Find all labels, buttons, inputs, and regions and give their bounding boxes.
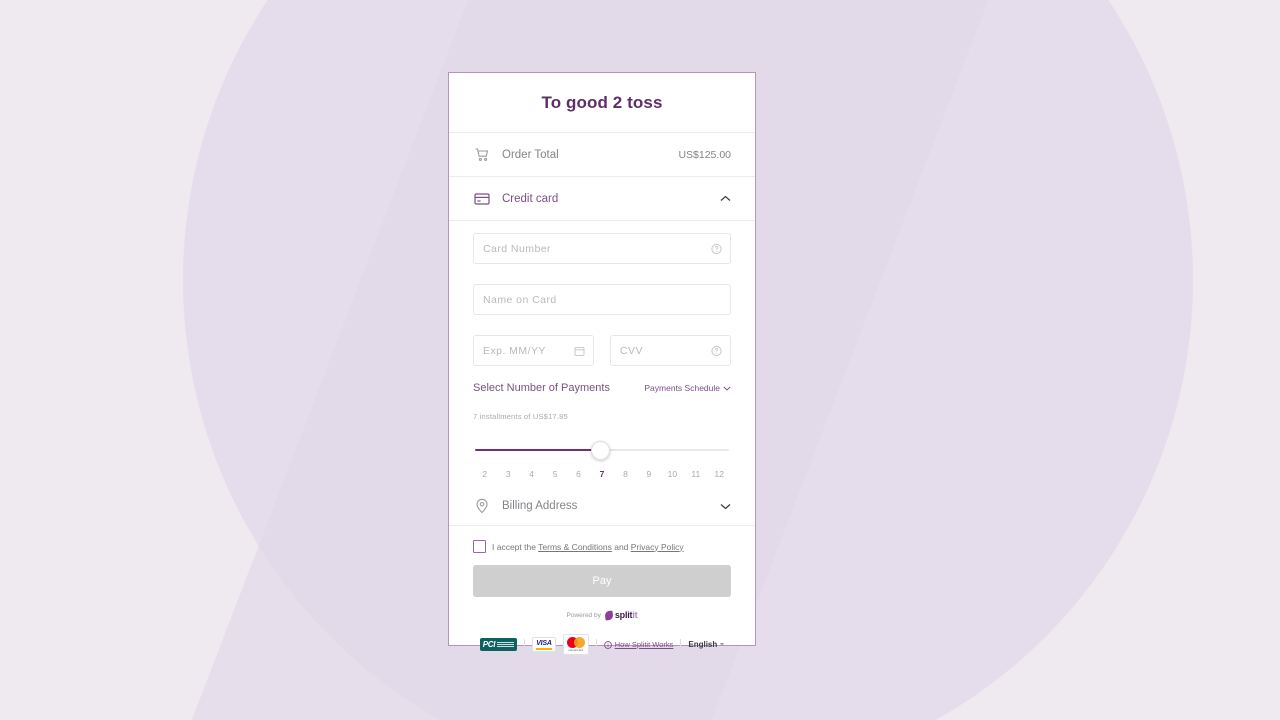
slider-tick[interactable]: 9 [637,469,660,479]
payments-schedule-link[interactable]: Payments Schedule [644,383,731,393]
pci-label: PCI [482,640,496,649]
slider-tick[interactable]: 4 [520,469,543,479]
slider-tick[interactable]: 10 [661,469,684,479]
splitit-leaf-icon [604,609,614,621]
cvv-input[interactable]: CVV [610,335,731,366]
expiry-cvv-row: Exp. MM/YY CVV [473,335,731,380]
visa-logo: VISA [532,637,556,652]
caret-down-icon [720,643,725,646]
slider-tick-selected[interactable]: 7 [590,469,613,479]
splitit-brand-main: split [614,610,633,620]
calendar-icon[interactable] [574,345,585,356]
name-on-card-input[interactable]: Name on Card [473,284,731,315]
pci-badge-lines [497,642,515,647]
shopping-cart-icon [473,146,491,164]
footer-divider [680,638,682,651]
order-total-row: Order Total US$125.00 [449,133,755,177]
credit-card-form: Card Number Name on Card Exp. MM/YY CVV … [449,221,755,665]
footer-divider [524,638,526,651]
checkout-card: To good 2 toss Order Total US$125.00 Cre… [448,72,756,655]
order-total-label: Order Total [502,148,559,161]
pay-button[interactable]: Pay [473,565,731,597]
footer-divider [595,638,597,651]
section-divider [449,525,755,526]
order-total-amount: US$125.00 [678,148,731,161]
card-header: To good 2 toss [449,73,755,133]
pci-compliance-badge: PCI [479,638,518,651]
how-splitit-works-label: How Splitit Works [614,640,674,649]
privacy-policy-link[interactable]: Privacy Policy [631,542,684,552]
terms-prefix: I accept the [492,541,539,552]
splitit-wordmark: splitit [615,610,638,620]
visa-label: VISA [536,640,552,648]
slider-tick[interactable]: 3 [496,469,519,479]
installment-summary: 7 installments of US$17.85 [473,412,568,421]
language-label: English [688,640,718,649]
slider-thumb[interactable] [591,441,610,460]
mastercard-logo: mastercard [562,634,589,655]
slider-tick[interactable]: 2 [473,469,496,479]
location-pin-icon [473,497,491,515]
terms-conditions-link[interactable]: Terms & Conditions [538,542,612,552]
merchant-title: To good 2 toss [541,92,663,112]
terms-checkbox[interactable] [473,540,486,553]
language-selector[interactable]: English [688,640,725,649]
billing-address-row[interactable]: Billing Address [473,487,731,525]
cvv-placeholder: CVV [620,344,643,357]
expiry-placeholder: Exp. MM/YY [483,344,546,357]
slider-tick-labels: 2 3 4 5 6 7 8 9 10 11 12 [473,469,731,479]
expiry-input[interactable]: Exp. MM/YY [473,335,594,366]
splitit-logo: splitit [604,609,638,621]
slider-tick[interactable]: 5 [543,469,566,479]
card-number-input[interactable]: Card Number [473,233,731,264]
payment-method-row[interactable]: Credit card [449,177,755,221]
mastercard-label: mastercard [568,648,584,652]
terms-text: I accept the Terms & Conditions and Priv… [492,542,684,552]
slider-fill [475,449,599,451]
splitit-brand-suffix: it [632,610,638,620]
help-circle-icon[interactable] [711,345,722,356]
payment-method-label: Credit card [502,192,559,205]
info-circle-icon [603,640,612,649]
help-circle-icon[interactable] [711,243,722,254]
select-payments-label: Select Number of Payments [473,382,610,394]
footer-bar: PCI VISA mastercard How Splitit Works En… [473,634,731,665]
visa-underline [536,648,552,650]
chevron-down-icon[interactable] [719,500,731,512]
slider-tick[interactable]: 11 [684,469,707,479]
powered-by-label: Powered by [566,611,601,619]
terms-acceptance-row[interactable]: I accept the Terms & Conditions and Priv… [473,540,731,553]
card-number-placeholder: Card Number [483,242,551,255]
chevron-down-icon [723,386,731,391]
chevron-up-icon[interactable] [719,193,731,205]
slider-tick[interactable]: 6 [567,469,590,479]
slider-tick[interactable]: 8 [614,469,637,479]
payments-schedule-label: Payments Schedule [644,383,720,393]
billing-address-label: Billing Address [502,500,578,512]
mastercard-circles-icon [566,637,585,648]
slider-tick[interactable]: 12 [708,469,731,479]
powered-by-splitit: Powered by splitit [473,609,731,621]
credit-card-icon [473,190,491,208]
how-splitit-works-link[interactable]: How Splitit Works [603,640,674,649]
name-on-card-placeholder: Name on Card [483,293,557,306]
installments-slider[interactable] [473,440,731,460]
terms-conjunction: and [611,541,631,552]
payments-header: Select Number of Payments Payments Sched… [473,382,731,394]
